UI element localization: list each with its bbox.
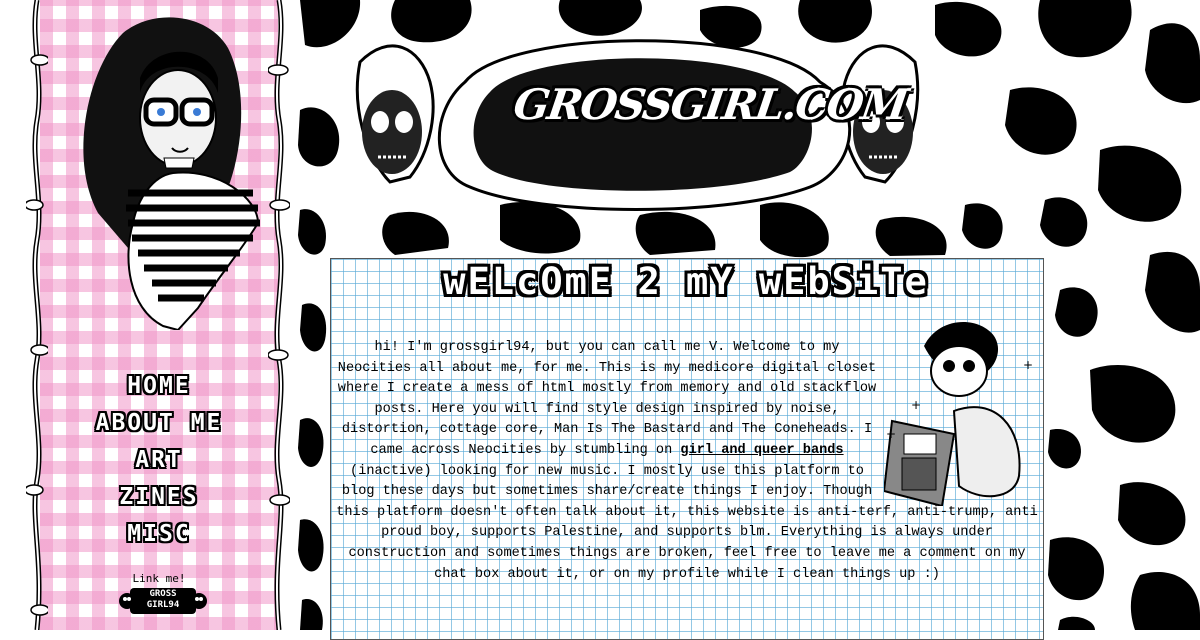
skull-icon (355, 44, 435, 184)
badge-line-2: GIRL94 (146, 600, 180, 610)
link-me-label: Link me! (132, 572, 186, 585)
nav-misc[interactable]: MISC (40, 516, 278, 553)
girl-illustration (83, 17, 260, 330)
main-nav: HOME ABOUT ME ART ZINES MISC (40, 368, 278, 553)
nav-about-me[interactable]: ABOUT ME (40, 405, 278, 442)
link-me-badge[interactable]: GROSS GIRL94 (118, 587, 208, 615)
page-title: wELcOmE 2 mY wEbSiTe (443, 260, 929, 303)
nav-zines[interactable]: ZINES (40, 479, 278, 516)
nav-art[interactable]: ART (40, 442, 278, 479)
girl-and-queer-bands-link[interactable]: girl and queer bands (680, 443, 843, 458)
logo-text: GROSSGIRL.COM (510, 80, 910, 129)
intro-text: hi! I'm grossgirl94, but you can call me… (334, 338, 1040, 585)
nav-home[interactable]: HOME (40, 368, 278, 405)
badge-line-1: GROSS (149, 589, 177, 599)
intro-part-1: hi! I'm grossgirl94, but you can call me… (337, 340, 877, 458)
